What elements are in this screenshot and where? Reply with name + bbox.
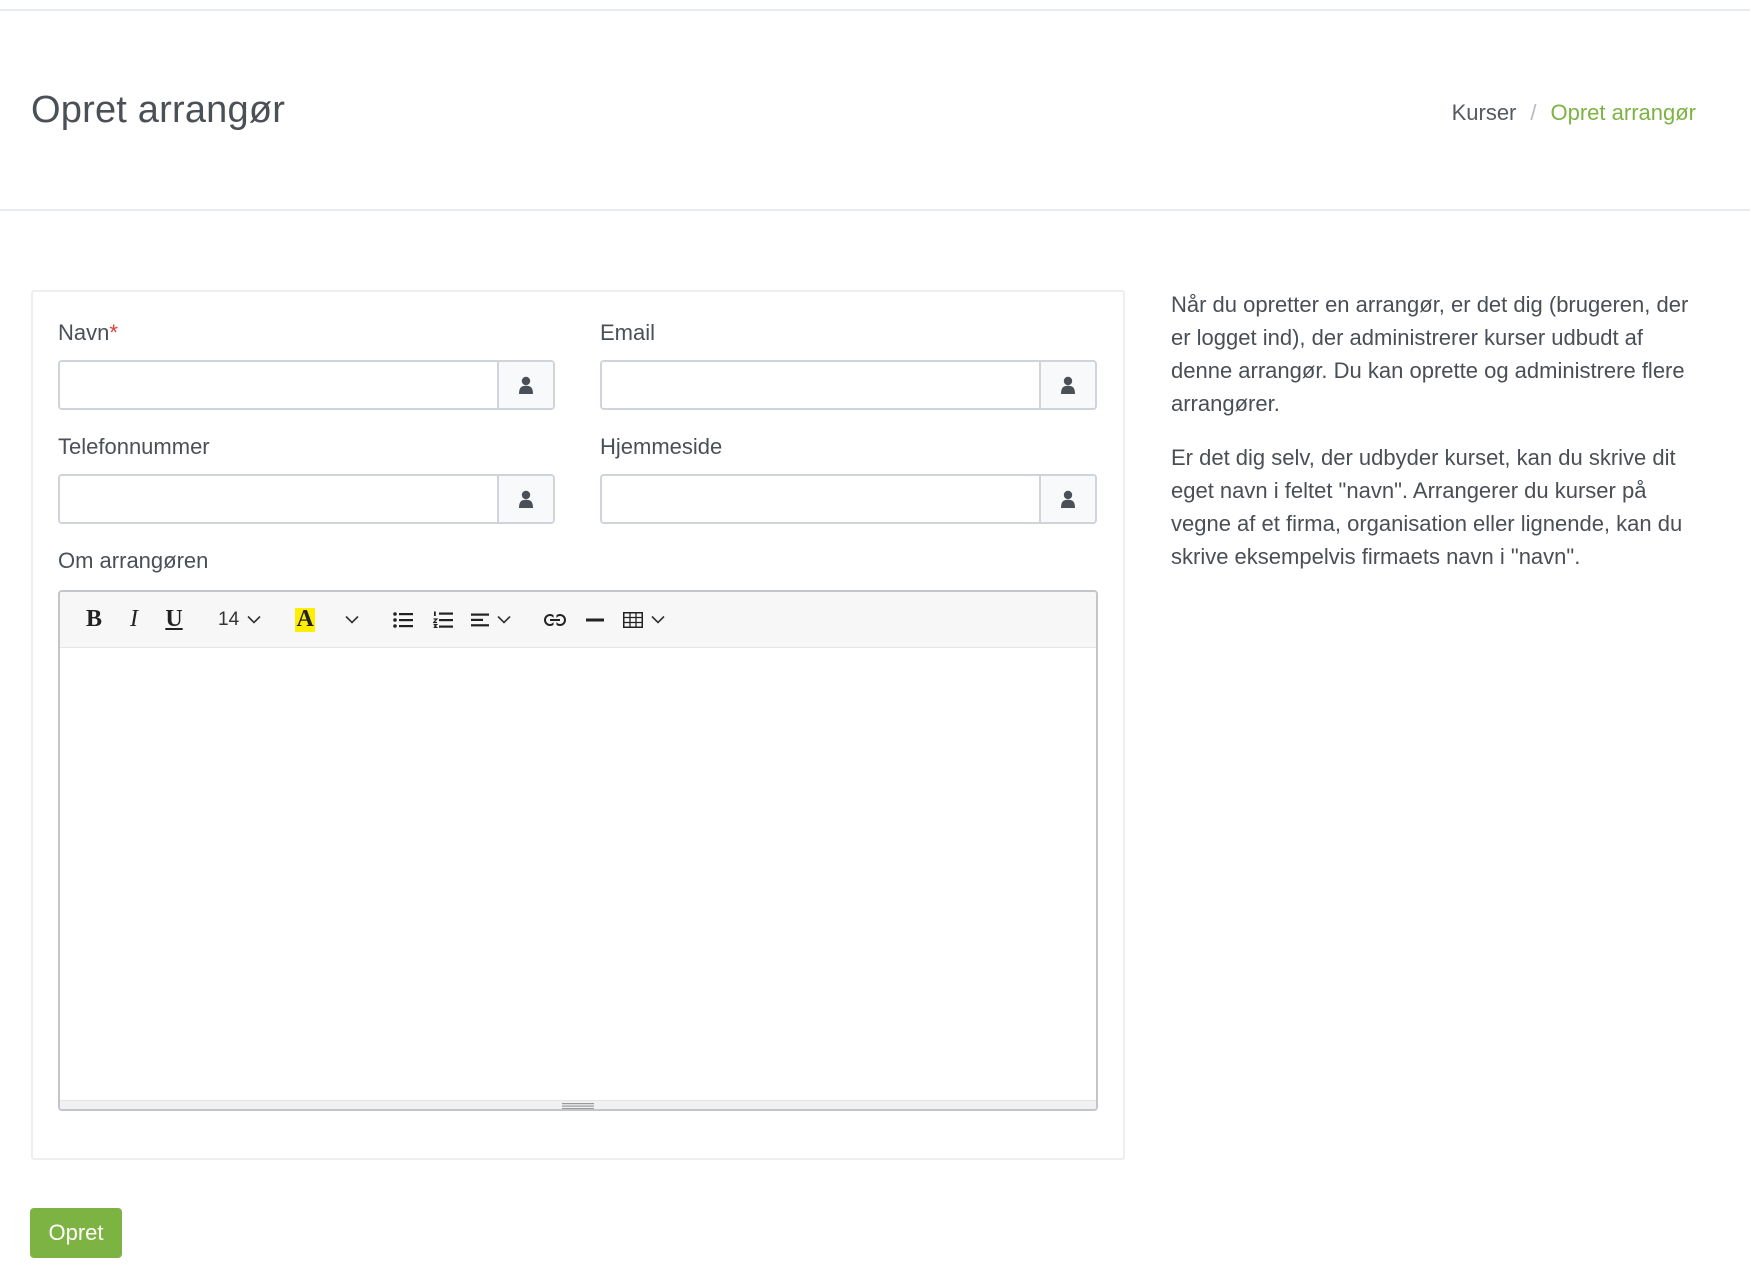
about-label: Om arrangøren	[58, 548, 209, 573]
required-mark: *	[109, 320, 118, 345]
help-text-paragraph-1: Når du opretter en arrangør, er det dig …	[1171, 292, 1689, 416]
chevron-down-icon	[651, 615, 665, 624]
email-input[interactable]	[602, 362, 1039, 408]
bullet-list-icon	[393, 611, 414, 628]
user-icon	[1039, 362, 1095, 408]
align-icon	[471, 613, 490, 626]
highlight-icon: A	[295, 606, 316, 632]
user-icon	[497, 476, 553, 522]
website-input-group	[600, 474, 1097, 524]
phone-input-group	[58, 474, 555, 524]
email-label: Email	[600, 320, 656, 345]
editor-statusbar	[60, 1100, 1096, 1109]
phone-input[interactable]	[60, 476, 497, 522]
chevron-down-icon	[497, 615, 511, 624]
italic-button[interactable]: I	[114, 600, 154, 640]
font-size-value: 14	[218, 608, 240, 630]
numbered-list-button[interactable]	[423, 600, 463, 640]
table-icon	[623, 611, 644, 628]
user-icon	[1039, 476, 1095, 522]
help-text-paragraph-2: Er det dig selv, der udbyder kurset, kan…	[1171, 445, 1683, 569]
table-dropdown[interactable]	[615, 600, 673, 640]
underline-button[interactable]: U	[154, 600, 194, 640]
email-input-group	[600, 360, 1097, 410]
name-label: Navn*	[58, 320, 118, 345]
name-input[interactable]	[60, 362, 497, 408]
bullet-list-button[interactable]	[383, 600, 423, 640]
create-button[interactable]: Opret	[30, 1208, 122, 1258]
name-input-group	[58, 360, 555, 410]
font-size-dropdown[interactable]: 14	[210, 600, 269, 640]
page-header: Opret arrangør Kurser / Opret arrangør	[0, 11, 1750, 211]
link-button[interactable]	[535, 600, 575, 640]
align-dropdown[interactable]	[463, 600, 519, 640]
highlight-color-button[interactable]: A	[285, 600, 367, 640]
breadcrumb-separator: /	[1530, 100, 1537, 125]
bold-button[interactable]: B	[74, 600, 114, 640]
page-title: Opret arrangør	[31, 89, 286, 131]
resize-handle-icon[interactable]	[562, 1102, 594, 1109]
editor-content-area[interactable]	[60, 648, 1096, 1103]
breadcrumb-item-kurser[interactable]: Kurser	[1452, 100, 1517, 126]
numbered-list-icon	[433, 611, 454, 628]
rich-text-editor: B I U 14 A	[58, 590, 1098, 1111]
horizontal-rule-icon	[586, 618, 605, 621]
horizontal-rule-button[interactable]	[575, 600, 615, 640]
user-icon	[497, 362, 553, 408]
breadcrumb-item-current: Opret arrangør	[1550, 100, 1697, 125]
chevron-down-icon	[345, 615, 359, 624]
website-label: Hjemmeside	[600, 434, 723, 459]
link-icon	[544, 613, 567, 626]
website-input[interactable]	[602, 476, 1039, 522]
phone-label: Telefonnummer	[58, 434, 210, 459]
breadcrumb: Kurser / Opret arrangør	[1452, 100, 1696, 126]
editor-toolbar: B I U 14 A	[60, 592, 1096, 648]
chevron-down-icon	[247, 615, 261, 624]
